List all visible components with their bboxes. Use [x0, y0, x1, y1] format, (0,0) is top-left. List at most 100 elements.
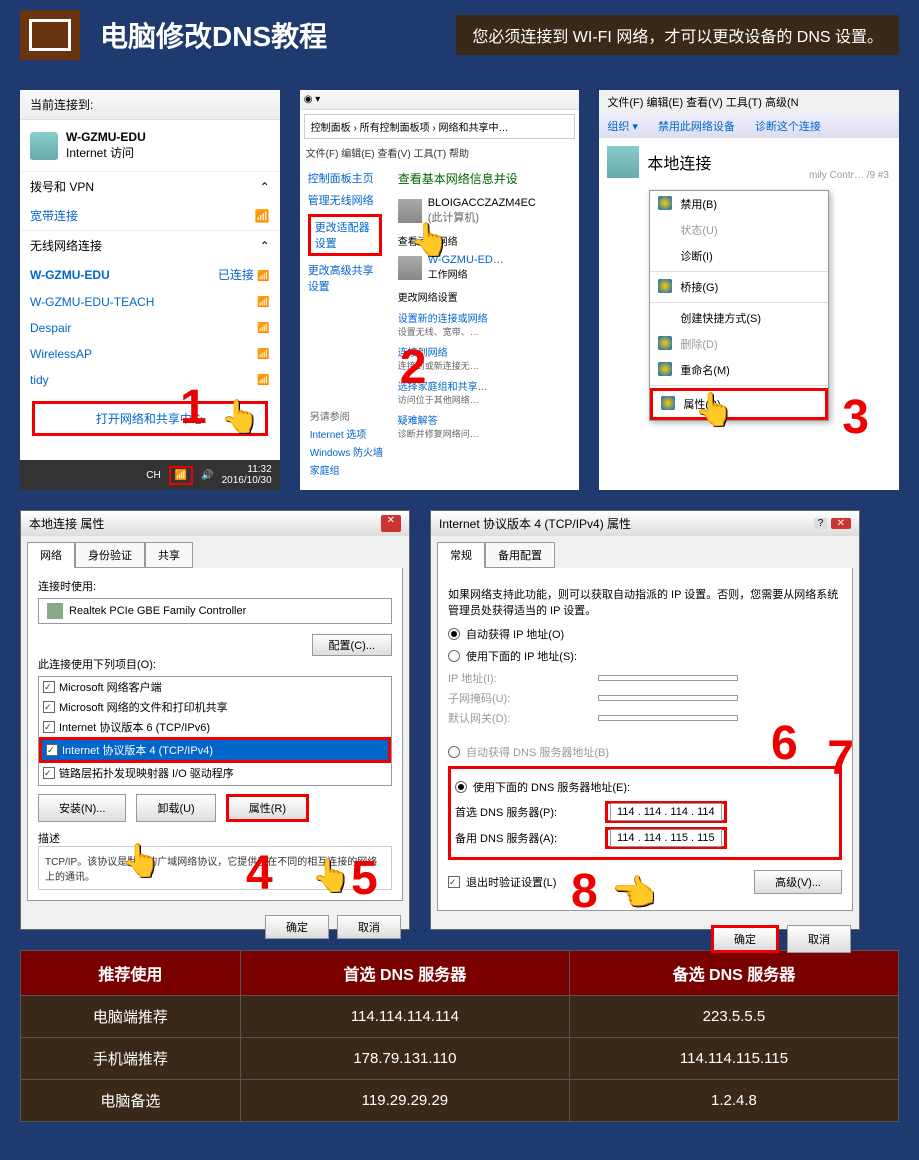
advanced-button[interactable]: 高级(V)...: [754, 870, 842, 894]
menubar[interactable]: 文件(F) 编辑(E) 查看(V) 工具(T) 高级(N: [599, 90, 899, 114]
section-title: 查看基本网络信息并设: [398, 170, 572, 187]
tab-sharing[interactable]: 共享: [145, 542, 193, 568]
ok-button[interactable]: 确定: [265, 915, 329, 939]
change-adapter-link[interactable]: 更改适配器设置: [308, 214, 382, 256]
wireless-section[interactable]: 无线网络连接⌃: [20, 230, 280, 260]
context-rename[interactable]: 重命名(M): [650, 357, 828, 383]
checkbox[interactable]: [43, 767, 55, 779]
wifi-item[interactable]: tidy📶: [20, 367, 280, 393]
toolbar: 组织 ▾ 禁用此网络设备 诊断这个连接: [599, 114, 899, 138]
ok-button[interactable]: 确定: [711, 925, 779, 953]
header-note: 您必须连接到 WI-FI 网络，才可以更改设备的 DNS 设置。: [456, 15, 899, 55]
monitor-icon: [20, 10, 80, 60]
diagnose-button[interactable]: 诊断这个连接: [755, 118, 821, 134]
organize-button[interactable]: 组织 ▾: [607, 118, 638, 134]
info-text: 如果网络支持此功能，则可以获取自动指派的 IP 设置。否则，您需要从网络系统管理…: [448, 586, 842, 618]
setup-connection[interactable]: 设置新的连接或网络: [398, 310, 572, 325]
network-center: ◉ ▾ 控制面板 › 所有控制面板项 › 网络和共享中… 文件(F) 编辑(E)…: [300, 90, 580, 490]
manage-wifi[interactable]: 管理无线网络: [308, 192, 382, 208]
dns-table: 推荐使用 首选 DNS 服务器 备选 DNS 服务器 电脑端推荐 114.114…: [20, 950, 899, 1122]
shield-icon: [658, 196, 672, 210]
close-button[interactable]: ✕: [831, 518, 851, 529]
close-button[interactable]: ✕: [381, 515, 401, 532]
table-row: 手机端推荐 178.79.131.110 114.114.115.115: [21, 1038, 899, 1080]
dialog-title: Internet 协议版本 4 (TCP/IPv4) 属性 ? ✕: [431, 511, 859, 536]
menubar[interactable]: 文件(F) 编辑(E) 查看(V) 工具(T) 帮助: [300, 143, 580, 162]
control-panel-home[interactable]: 控制面板主页: [308, 170, 382, 186]
pointer-hand-icon: 👆: [220, 397, 260, 435]
dns1-input[interactable]: 114 . 114 . 114 . 114: [610, 803, 722, 821]
troubleshoot[interactable]: 疑难解答: [398, 412, 572, 427]
wifi-item[interactable]: W-GZMU-EDU已连接 📶: [20, 260, 280, 289]
tabs: 网络 身份验证 共享: [27, 542, 403, 568]
tab-alternate[interactable]: 备用配置: [485, 542, 555, 568]
checkbox[interactable]: [43, 701, 55, 713]
tcpipv4-item[interactable]: Internet 协议版本 4 (TCP/IPv4): [39, 737, 391, 763]
checkbox: [448, 876, 460, 888]
disable-device-button[interactable]: 禁用此网络设备: [658, 118, 735, 134]
ip-input: [598, 675, 738, 681]
network-flyout: 当前连接到: W-GZMU-EDU Internet 访问 拨号和 VPN⌃ 宽…: [20, 90, 280, 490]
context-status: 状态(U): [650, 217, 828, 243]
dial-vpn-section[interactable]: 拨号和 VPN⌃: [20, 171, 280, 201]
protocol-list[interactable]: Microsoft 网络客户端 Microsoft 网络的文件和打印机共享 In…: [38, 676, 392, 786]
tcpipv4-dialog: Internet 协议版本 4 (TCP/IPv4) 属性 ? ✕ 常规 备用配…: [430, 510, 860, 930]
context-properties[interactable]: 属性(R): [650, 388, 828, 420]
step-number: 3: [842, 390, 869, 445]
auto-ip-radio[interactable]: 自动获得 IP 地址(O): [448, 626, 842, 642]
properties-button[interactable]: 属性(R): [226, 794, 309, 822]
tab-general[interactable]: 常规: [437, 542, 485, 568]
context-diagnose[interactable]: 诊断(I): [650, 243, 828, 269]
adapter-display: Realtek PCIe GBE Family Controller: [38, 598, 392, 624]
ethernet-icon: [607, 146, 639, 178]
context-disable[interactable]: 禁用(B): [650, 191, 828, 217]
page-title: 电脑修改DNS教程: [100, 15, 327, 55]
configure-button[interactable]: 配置(C)...: [312, 634, 392, 656]
table-row: 电脑备选 119.29.29.29 1.2.4.8: [21, 1080, 899, 1122]
step-number: 7: [827, 731, 854, 786]
context-bridge[interactable]: 桥接(G): [650, 274, 828, 300]
advanced-sharing[interactable]: 更改高级共享设置: [308, 262, 382, 294]
gateway-input: [598, 715, 738, 721]
tabs: 常规 备用配置: [437, 542, 853, 568]
tab-network[interactable]: 网络: [27, 542, 75, 568]
mask-input: [598, 695, 738, 701]
volume-icon[interactable]: 🔊: [201, 470, 213, 481]
context-shortcut[interactable]: 创建快捷方式(S): [650, 305, 828, 331]
adapter-settings: 文件(F) 编辑(E) 查看(V) 工具(T) 高级(N 组织 ▾ 禁用此网络设…: [599, 90, 899, 490]
step-number: 2: [400, 340, 427, 395]
checkbox[interactable]: [43, 681, 55, 693]
network-icon: [30, 132, 58, 160]
cancel-button[interactable]: 取消: [337, 915, 401, 939]
step-number: 6: [771, 716, 798, 771]
network-tray-icon[interactable]: 📶: [169, 466, 193, 485]
checkbox: [46, 744, 58, 756]
cancel-button[interactable]: 取消: [787, 925, 851, 953]
shield-icon: [658, 279, 672, 293]
tab-auth[interactable]: 身份验证: [75, 542, 145, 568]
install-button[interactable]: 安装(N)...: [38, 794, 126, 822]
sidebar: 控制面板主页 管理无线网络 更改适配器设置 更改高级共享设置: [300, 162, 390, 448]
broadband-item[interactable]: 宽带连接📶: [20, 201, 280, 230]
adapter-icon: [47, 603, 63, 619]
manual-ip-radio[interactable]: 使用下面的 IP 地址(S):: [448, 648, 842, 664]
step-number: 8: [571, 864, 598, 919]
wifi-item[interactable]: WirelessAP📶: [20, 341, 280, 367]
dns2-input[interactable]: 114 . 114 . 115 . 115: [610, 829, 722, 847]
manual-dns-radio[interactable]: 使用下面的 DNS 服务器地址(E):: [455, 779, 835, 795]
see-also: 另请参阅 Internet 选项 Windows 防火墙 家庭组: [310, 408, 383, 480]
breadcrumb[interactable]: 控制面板 › 所有控制面板项 › 网络和共享中…: [304, 114, 576, 139]
checkbox[interactable]: [43, 721, 55, 733]
table-row: 电脑端推荐 114.114.114.114 223.5.5.5: [21, 996, 899, 1038]
network-icon: [398, 256, 422, 280]
active-network: W-GZMU-ED…工作网络: [398, 254, 572, 281]
pointer-hand-icon: 👆: [694, 390, 734, 428]
help-button[interactable]: ?: [814, 518, 828, 529]
header: 电脑修改DNS教程 您必须连接到 WI-FI 网络，才可以更改设备的 DNS 设…: [0, 0, 919, 70]
uninstall-button[interactable]: 卸载(U): [136, 794, 215, 822]
context-delete: 删除(D): [650, 331, 828, 357]
current-label: 当前连接到:: [20, 90, 280, 120]
pointer-hand-icon: 👈: [611, 872, 656, 914]
wifi-item[interactable]: Despair📶: [20, 315, 280, 341]
wifi-item[interactable]: W-GZMU-EDU-TEACH📶: [20, 289, 280, 315]
